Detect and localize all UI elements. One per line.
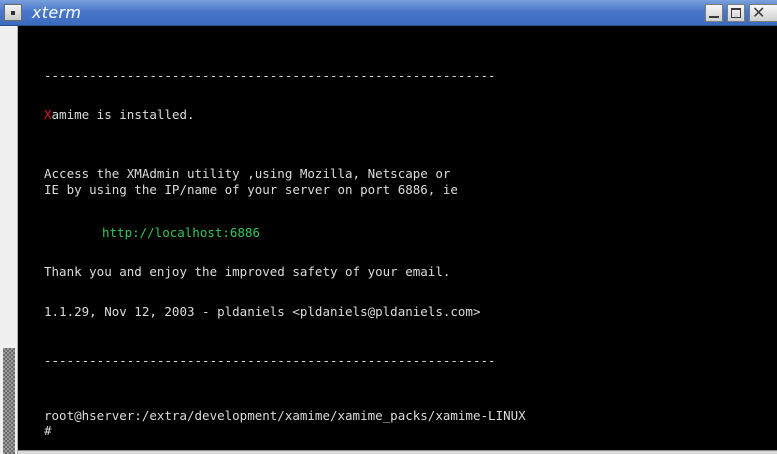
title-bar[interactable]: xterm ✕ [0, 0, 777, 26]
close-button[interactable]: ✕ [749, 3, 777, 22]
scrollbar-thumb[interactable] [3, 348, 15, 454]
access-line-1: Access the XMAdmin utility ,using Mozill… [44, 166, 451, 181]
window-menu-button[interactable] [4, 4, 22, 21]
localhost-url: http://localhost:6886 [102, 225, 261, 240]
installed-text: amime is installed. [51, 107, 195, 122]
highlighted-x: X [44, 107, 52, 122]
xterm-window: xterm ✕ --------------------------------… [0, 0, 777, 454]
cursor-line: # [44, 423, 52, 438]
minimize-icon [709, 16, 719, 18]
separator-line-2: ----------------------------------------… [44, 353, 496, 368]
window-menu-icon [11, 11, 15, 15]
window-bottom-border [18, 450, 777, 454]
close-icon: ✕ [752, 3, 766, 22]
maximize-icon [731, 8, 741, 18]
window-title: xterm [32, 3, 82, 22]
vertical-scrollbar[interactable] [0, 26, 18, 454]
version-line: 1.1.29, Nov 12, 2003 - pldaniels <pldani… [44, 304, 481, 319]
access-line-2: IE by using the IP/name of your server o… [44, 182, 458, 197]
shell-prompt: root@hserver:/extra/development/xamime/x… [44, 408, 526, 423]
installed-message: Xamime is installed. [44, 107, 195, 122]
minimize-button[interactable] [705, 4, 723, 22]
thanks-line: Thank you and enjoy the improved safety … [44, 264, 451, 279]
terminal-output[interactable]: ----------------------------------------… [18, 26, 777, 450]
separator-line: ----------------------------------------… [44, 68, 496, 83]
maximize-button[interactable] [727, 4, 745, 22]
